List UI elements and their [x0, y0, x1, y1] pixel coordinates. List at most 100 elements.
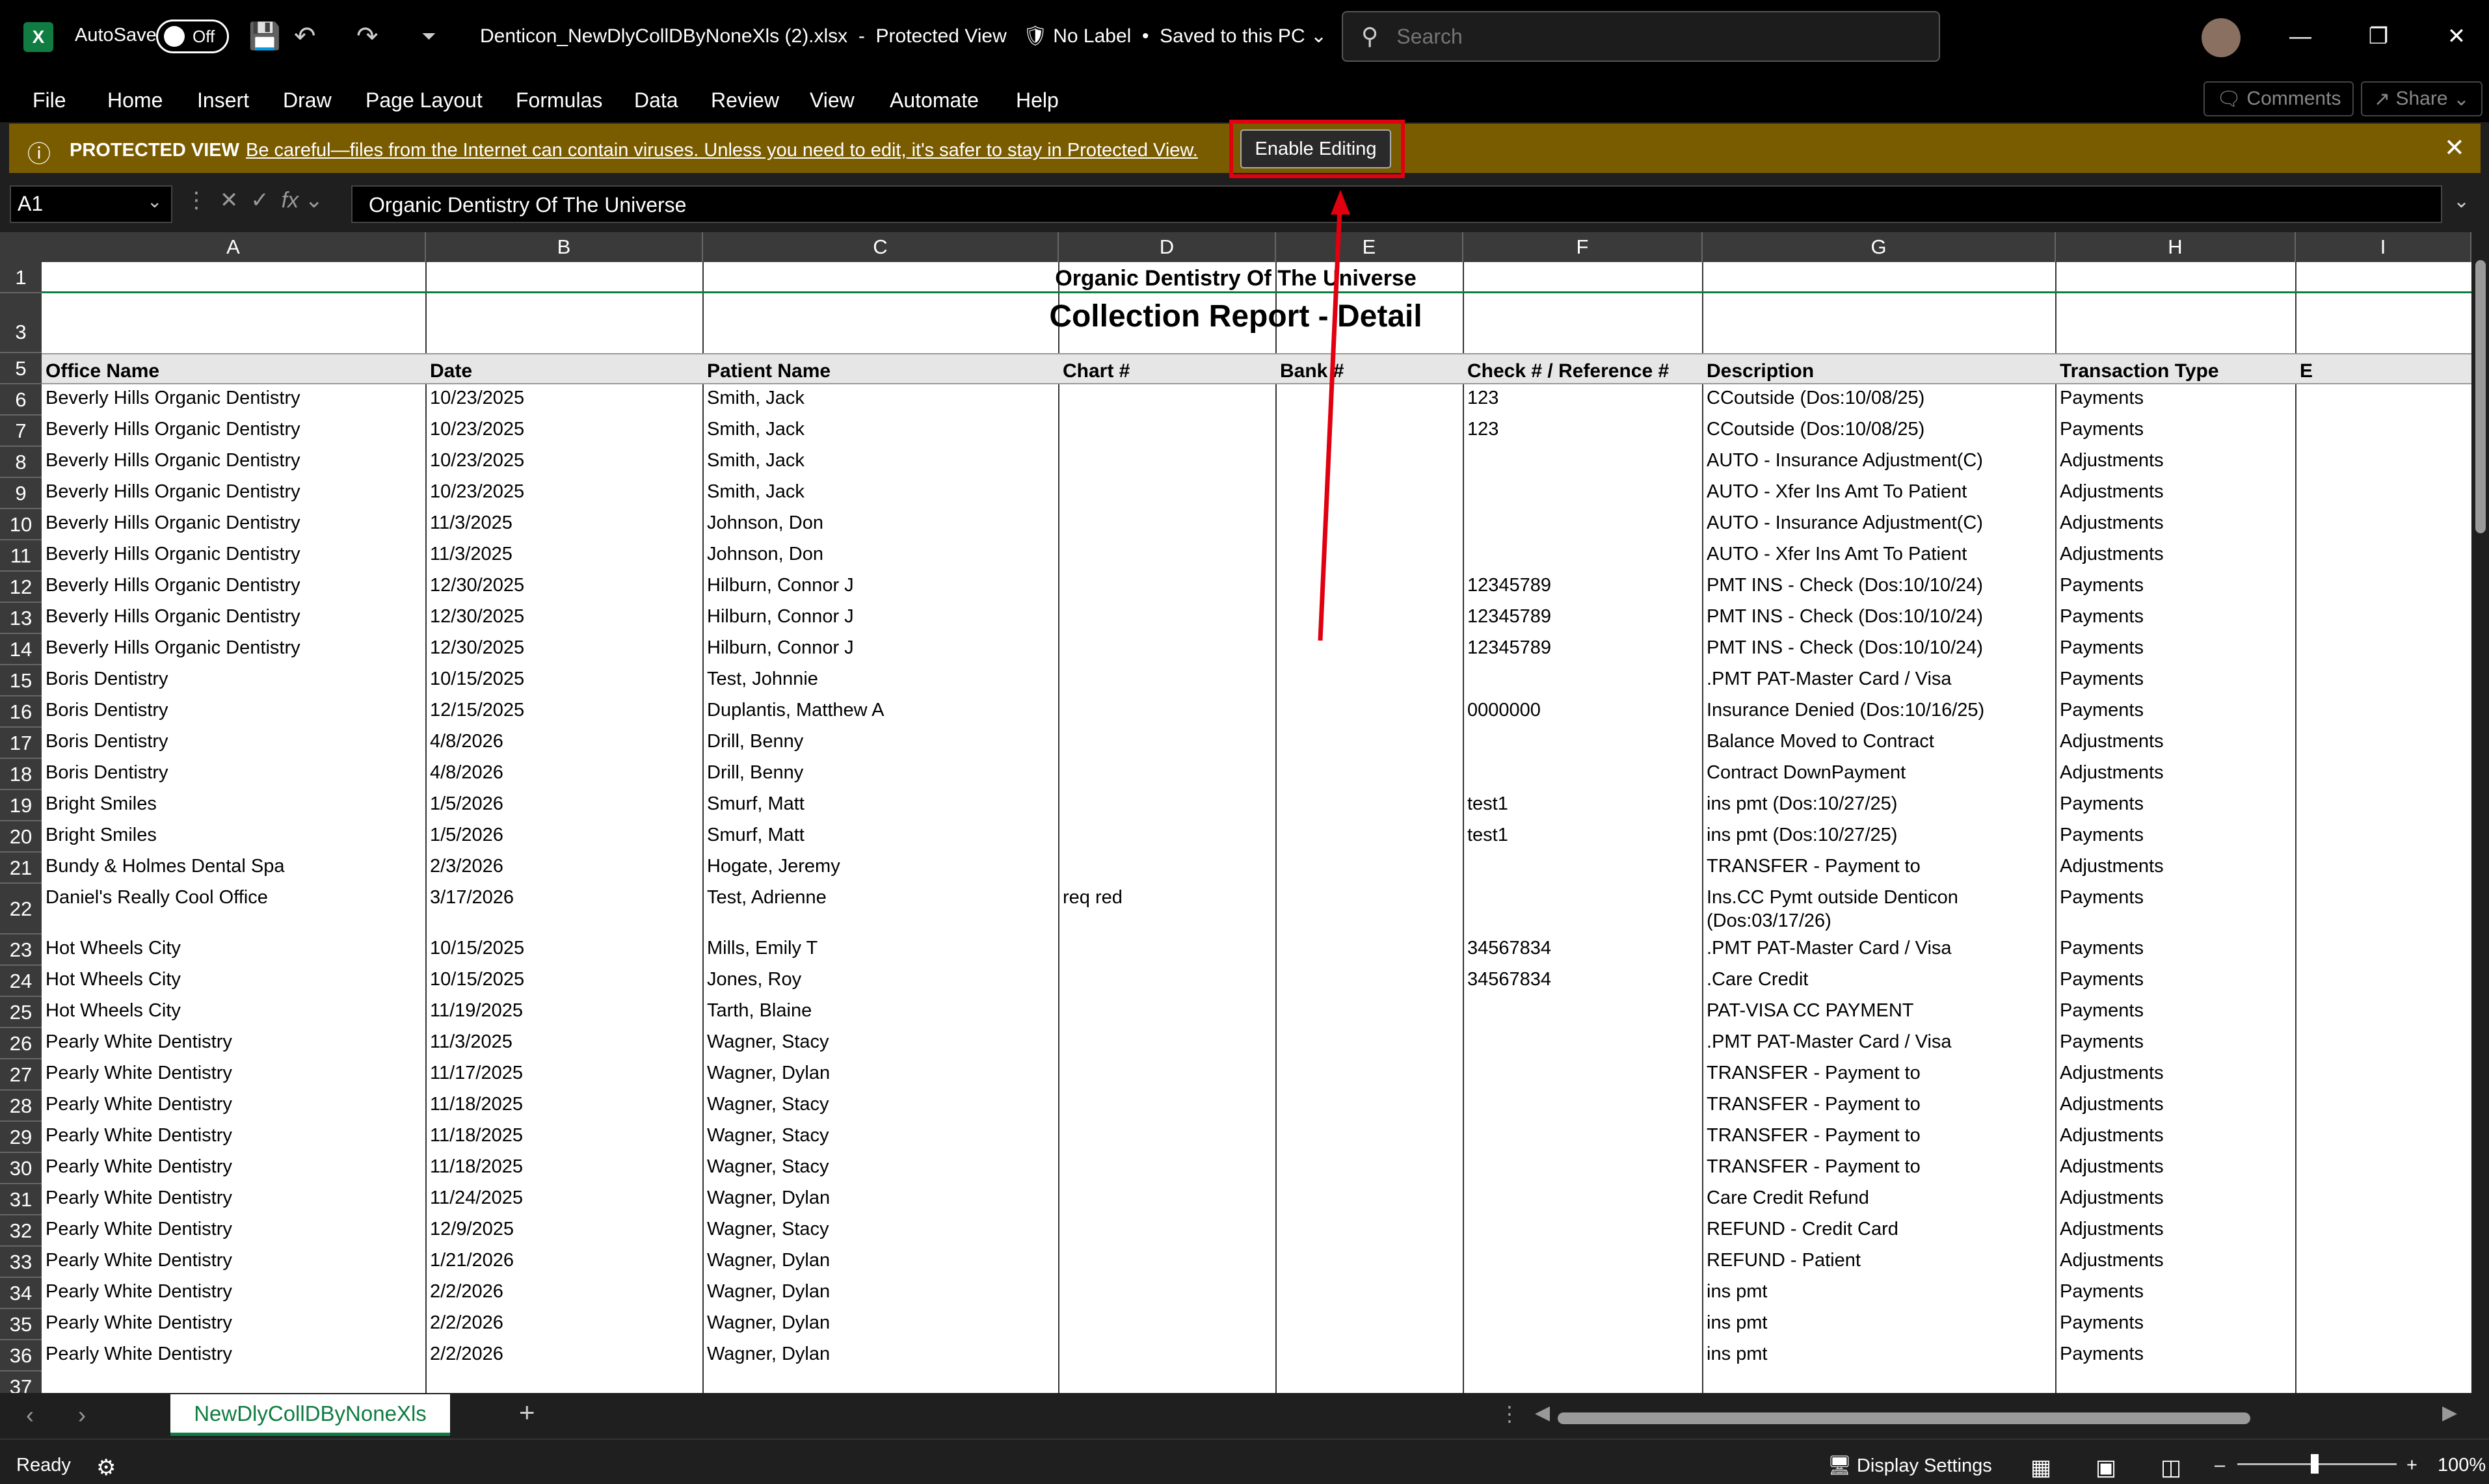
- table-cell[interactable]: Hot Wheels City: [42, 998, 426, 1028]
- table-cell[interactable]: Payments: [2056, 604, 2296, 634]
- table-header-cell[interactable]: Check # / Reference #: [1463, 353, 1703, 384]
- table-cell[interactable]: Payments: [2056, 885, 2296, 934]
- table-cell[interactable]: Smith, Jack: [703, 386, 1059, 416]
- table-cell[interactable]: [1059, 1123, 1276, 1153]
- table-cell[interactable]: Drill, Benny: [703, 760, 1059, 790]
- table-cell[interactable]: [1059, 1248, 1276, 1278]
- table-cell[interactable]: 1/5/2026: [426, 791, 703, 821]
- table-cell[interactable]: Adjustments: [2056, 448, 2296, 478]
- autosave-toggle[interactable]: Off: [156, 20, 229, 53]
- table-cell[interactable]: Adjustments: [2056, 1061, 2296, 1091]
- table-cell[interactable]: Smith, Jack: [703, 448, 1059, 478]
- table-cell[interactable]: Adjustments: [2056, 542, 2296, 572]
- column-header-b[interactable]: B: [426, 232, 703, 262]
- table-cell[interactable]: [1276, 542, 1463, 572]
- table-cell[interactable]: 11/3/2025: [426, 542, 703, 572]
- prev-sheet-icon[interactable]: ‹: [26, 1401, 34, 1429]
- table-cell[interactable]: [1059, 1186, 1276, 1215]
- table-cell[interactable]: Payments: [2056, 1342, 2296, 1371]
- table-cell[interactable]: Adjustments: [2056, 1154, 2296, 1184]
- table-cell[interactable]: Pearly White Dentistry: [42, 1279, 426, 1309]
- table-cell[interactable]: Smurf, Matt: [703, 823, 1059, 853]
- table-cell[interactable]: 1/21/2026: [426, 1248, 703, 1278]
- table-cell[interactable]: Wagner, Dylan: [703, 1279, 1059, 1309]
- table-cell[interactable]: Pearly White Dentistry: [42, 1092, 426, 1122]
- customize-toolbar-icon[interactable]: ⏷: [421, 20, 436, 53]
- table-cell[interactable]: Tarth, Blaine: [703, 998, 1059, 1028]
- row-header[interactable]: 28: [0, 1091, 42, 1122]
- table-cell[interactable]: Adjustments: [2056, 760, 2296, 790]
- table-cell[interactable]: Payments: [2056, 791, 2296, 821]
- table-cell[interactable]: TRANSFER - Payment to: [1703, 1154, 2056, 1184]
- table-cell[interactable]: [1463, 854, 1703, 884]
- table-cell[interactable]: [1463, 542, 1703, 572]
- table-cell[interactable]: AUTO - Insurance Adjustment(C): [1703, 510, 2056, 540]
- menu-automate[interactable]: Automate: [890, 88, 979, 113]
- table-cell[interactable]: 10/23/2025: [426, 386, 703, 416]
- table-cell[interactable]: 12345789: [1463, 573, 1703, 603]
- table-cell[interactable]: 4/8/2026: [426, 760, 703, 790]
- row-header[interactable]: 14: [0, 634, 42, 665]
- table-cell[interactable]: 11/18/2025: [426, 1092, 703, 1122]
- table-cell[interactable]: [1059, 791, 1276, 821]
- menu-view[interactable]: View: [810, 88, 855, 113]
- table-cell[interactable]: [1276, 1248, 1463, 1278]
- table-cell[interactable]: Duplantis, Matthew A: [703, 698, 1059, 728]
- column-header-a[interactable]: A: [42, 232, 426, 262]
- table-cell[interactable]: test1: [1463, 823, 1703, 853]
- table-cell[interactable]: [1463, 1248, 1703, 1278]
- table-cell[interactable]: Smith, Jack: [703, 417, 1059, 447]
- table-cell[interactable]: [1276, 1279, 1463, 1309]
- table-cell[interactable]: [1463, 885, 1703, 934]
- row-header[interactable]: 24: [0, 966, 42, 997]
- table-cell[interactable]: 34567834: [1463, 967, 1703, 997]
- table-cell[interactable]: 4/8/2026: [426, 729, 703, 759]
- table-cell[interactable]: Wagner, Dylan: [703, 1310, 1059, 1340]
- table-cell[interactable]: Adjustments: [2056, 729, 2296, 759]
- table-cell[interactable]: .PMT PAT-Master Card / Visa: [1703, 1029, 2056, 1059]
- table-cell[interactable]: [1276, 791, 1463, 821]
- table-cell[interactable]: Balance Moved to Contract: [1703, 729, 2056, 759]
- table-cell[interactable]: PMT INS - Check (Dos:10/10/24): [1703, 573, 2056, 603]
- table-cell[interactable]: CCoutside (Dos:10/08/25): [1703, 386, 2056, 416]
- table-cell[interactable]: Bright Smiles: [42, 823, 426, 853]
- table-cell[interactable]: [1463, 1186, 1703, 1215]
- table-cell[interactable]: Pearly White Dentistry: [42, 1186, 426, 1215]
- table-cell[interactable]: [1276, 1061, 1463, 1091]
- table-cell[interactable]: [1276, 510, 1463, 540]
- table-cell[interactable]: 10/15/2025: [426, 936, 703, 966]
- table-cell[interactable]: [1276, 885, 1463, 934]
- scroll-left-icon[interactable]: ◀: [1535, 1401, 1550, 1424]
- table-cell[interactable]: Adjustments: [2056, 1123, 2296, 1153]
- table-cell[interactable]: [1059, 479, 1276, 509]
- page-layout-view-icon[interactable]: ▣: [2096, 1455, 2116, 1481]
- table-cell[interactable]: [1276, 667, 1463, 696]
- table-cell[interactable]: [1059, 573, 1276, 603]
- row-header[interactable]: 9: [0, 478, 42, 509]
- table-cell[interactable]: Johnson, Don: [703, 510, 1059, 540]
- table-cell[interactable]: [1463, 1029, 1703, 1059]
- table-cell[interactable]: TRANSFER - Payment to: [1703, 1061, 2056, 1091]
- table-cell[interactable]: ins pmt (Dos:10/27/25): [1703, 823, 2056, 853]
- table-cell[interactable]: .PMT PAT-Master Card / Visa: [1703, 667, 2056, 696]
- table-cell[interactable]: [1276, 448, 1463, 478]
- row-header[interactable]: 16: [0, 696, 42, 728]
- table-cell[interactable]: Boris Dentistry: [42, 698, 426, 728]
- table-cell[interactable]: 12/9/2025: [426, 1217, 703, 1247]
- table-cell[interactable]: Pearly White Dentistry: [42, 1154, 426, 1184]
- table-cell[interactable]: Smurf, Matt: [703, 791, 1059, 821]
- table-cell[interactable]: Payments: [2056, 573, 2296, 603]
- table-cell[interactable]: [1059, 386, 1276, 416]
- table-cell[interactable]: [1463, 479, 1703, 509]
- formula-input[interactable]: Organic Dentistry Of The Universe: [351, 185, 2442, 223]
- table-cell[interactable]: PMT INS - Check (Dos:10/10/24): [1703, 604, 2056, 634]
- table-cell[interactable]: [1059, 1061, 1276, 1091]
- table-cell[interactable]: Bundy & Holmes Dental Spa: [42, 854, 426, 884]
- table-cell[interactable]: Beverly Hills Organic Dentistry: [42, 479, 426, 509]
- table-cell[interactable]: 11/17/2025: [426, 1061, 703, 1091]
- search-box[interactable]: ⚲: [1342, 11, 1940, 62]
- table-cell[interactable]: [1059, 542, 1276, 572]
- table-cell[interactable]: 11/18/2025: [426, 1123, 703, 1153]
- table-cell[interactable]: 12345789: [1463, 604, 1703, 634]
- table-cell[interactable]: Wagner, Dylan: [703, 1248, 1059, 1278]
